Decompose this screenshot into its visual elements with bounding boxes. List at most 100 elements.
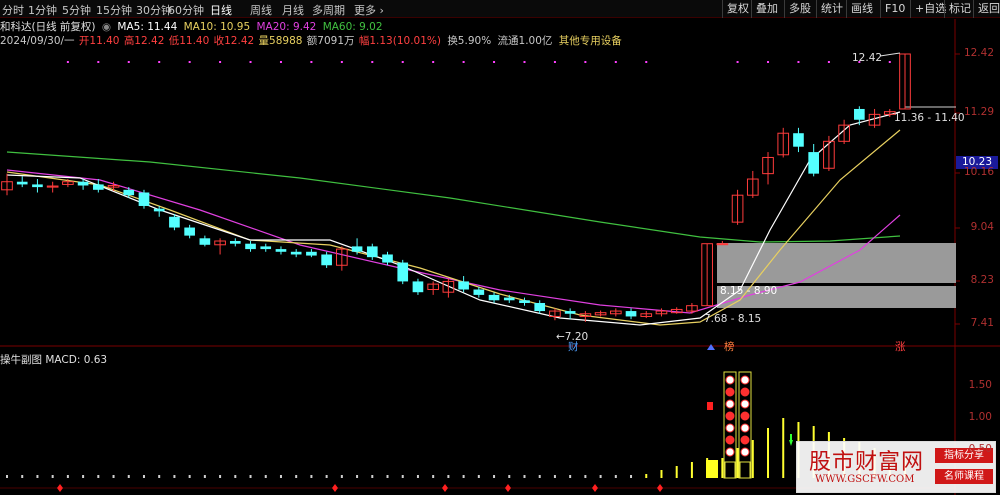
sub-bar xyxy=(675,466,678,478)
price-axis-label: 12.42 xyxy=(963,47,994,59)
top-marker-dot xyxy=(553,61,556,63)
signal-block xyxy=(706,460,718,478)
sub-bar xyxy=(736,448,739,478)
candle-body xyxy=(854,108,865,120)
sub-bar xyxy=(660,470,663,478)
sub-bar xyxy=(36,475,39,478)
candle-body xyxy=(382,254,393,263)
signal-stack-1-dot xyxy=(725,411,735,421)
price-axis-label: 9.04 xyxy=(970,221,994,233)
sub-bar xyxy=(219,475,222,478)
sub-bar xyxy=(371,475,374,478)
price-axis-label: 11.29 xyxy=(963,106,994,118)
sub-bar xyxy=(553,475,556,478)
signal-stack-2-base xyxy=(739,461,751,479)
candle-body xyxy=(351,246,363,252)
candle-body xyxy=(123,189,135,196)
candle-body xyxy=(245,243,256,250)
sub-bar xyxy=(416,475,419,478)
candle-body xyxy=(153,208,165,212)
sub-bar xyxy=(203,475,206,478)
sub-bar xyxy=(112,475,115,478)
sub-bar xyxy=(188,475,191,478)
candle-body xyxy=(473,289,485,295)
sub-chart-title: 操牛副图 xyxy=(0,354,42,366)
sub-bar xyxy=(767,428,770,478)
top-marker-dot xyxy=(827,61,830,63)
signal-stack-1-dot xyxy=(725,399,735,409)
top-marker-dot xyxy=(279,61,282,63)
sub-chart-header: 操牛副图 MACD: 0.63 xyxy=(0,352,107,367)
signal-stack-2-dot xyxy=(740,375,750,385)
signal-diamond xyxy=(332,484,338,492)
signal-stack-2-dot xyxy=(740,435,750,445)
top-marker-dot xyxy=(767,61,770,63)
sub-bar xyxy=(569,475,572,478)
sub-bar xyxy=(340,475,343,478)
signal-stack-2-dot xyxy=(740,387,750,397)
top-marker-dot xyxy=(797,61,800,63)
candle-body xyxy=(290,251,302,255)
sub-bar xyxy=(386,475,389,478)
top-marker-dot xyxy=(493,61,496,63)
signal-diamond xyxy=(657,484,663,492)
top-marker-dot xyxy=(371,61,374,63)
top-marker-dot xyxy=(310,61,313,63)
candle-body xyxy=(229,241,241,244)
tag-bang: 榜 xyxy=(724,340,735,353)
signal-stack-2-dot xyxy=(740,423,750,433)
watermark-url: WWW.GSCFW.COM xyxy=(815,474,915,485)
top-marker-dot xyxy=(584,61,587,63)
tag-cai: 财 xyxy=(568,340,579,353)
signal-diamond xyxy=(57,484,63,492)
sub-bar xyxy=(173,475,176,478)
sub-bar xyxy=(751,440,754,478)
candle-body xyxy=(458,281,469,290)
candle-body xyxy=(503,297,515,301)
top-marker-dot xyxy=(97,61,100,63)
kline-chart[interactable]: 12.42 11.36 - 11.40 8.15 - 8.90 7.68 - 8.15… xyxy=(0,0,1000,495)
sub-bar xyxy=(264,475,267,478)
sub-bar xyxy=(249,475,252,478)
signal-stack-2-dot xyxy=(740,447,750,457)
sub-bar xyxy=(614,475,617,478)
watermark: 股市财富网 WWW.GSCFW.COM 指标分享 名师课程 xyxy=(796,441,996,493)
candle-body xyxy=(412,281,424,293)
sub-axis-label: 1.00 xyxy=(968,411,992,423)
candle-body xyxy=(564,311,576,314)
candle-body xyxy=(488,294,500,301)
sub-bar xyxy=(508,475,511,478)
candle-body xyxy=(793,133,804,147)
top-marker-dot xyxy=(736,61,739,63)
high-label: 12.42 xyxy=(852,52,882,64)
candle-body xyxy=(625,311,637,317)
candle-body xyxy=(169,216,180,228)
sub-bar xyxy=(234,475,237,478)
top-marker-dot xyxy=(127,61,130,63)
top-marker-dot xyxy=(158,61,161,63)
price-axis-label: 10.16 xyxy=(963,166,994,178)
candle-body xyxy=(716,243,729,246)
sub-axis-label: 1.50 xyxy=(968,379,992,391)
high-pointer xyxy=(879,52,901,57)
tag-zhang: 涨 xyxy=(895,341,906,353)
signal-stack-2-dot xyxy=(740,411,750,421)
candle-body xyxy=(184,227,195,236)
top-marker-dot xyxy=(645,61,648,63)
candle-body xyxy=(275,249,287,252)
sub-bar xyxy=(325,475,328,478)
top-marker-dot xyxy=(888,61,891,63)
watermark-tag-2: 名师课程 xyxy=(935,469,993,484)
sub-bar xyxy=(279,475,282,478)
price-axis-label: 8.23 xyxy=(970,274,994,286)
signal-stack-1-dot xyxy=(725,423,735,433)
top-marker-dot xyxy=(219,61,222,63)
top-marker-dot xyxy=(401,61,404,63)
candle-body xyxy=(260,246,272,250)
signal-stack-1-dot xyxy=(725,375,735,385)
sub-bar xyxy=(599,475,602,478)
candle-body xyxy=(16,181,28,185)
sub-bar xyxy=(721,458,724,478)
sub-bar xyxy=(21,475,24,478)
sub-bar xyxy=(127,475,130,478)
